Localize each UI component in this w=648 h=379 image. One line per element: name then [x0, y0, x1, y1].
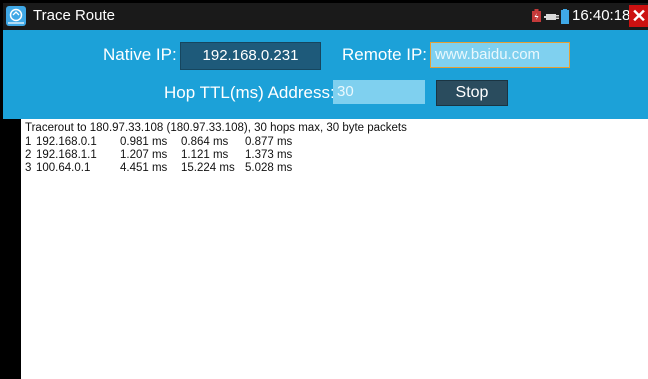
- hop-time-3: 5.028 ms: [245, 162, 293, 174]
- trace-output: Tracerout to 180.97.33.108 (180.97.33.10…: [21, 119, 648, 379]
- device-screen: Trace Route 16:40:18 ✕ Native IP: 192.16…: [0, 0, 648, 379]
- hop-address: 192.168.1.1: [36, 149, 97, 161]
- window-title: Trace Route: [33, 7, 115, 24]
- battery-charge-icon: [531, 9, 542, 28]
- hop-time-1: 4.451 ms: [120, 162, 168, 174]
- remote-ip-label: Remote IP:: [342, 45, 428, 64]
- hop-ttl-input[interactable]: 30: [333, 80, 425, 104]
- hop-time-3: 1.373 ms: [245, 149, 293, 161]
- hop-time-2: 15.224 ms: [181, 162, 235, 174]
- control-panel: Native IP: 192.168.0.231 Remote IP: www.…: [3, 30, 648, 119]
- clock: 16:40:18: [572, 7, 631, 24]
- output-header: Tracerout to 180.97.33.108 (180.97.33.10…: [25, 122, 407, 134]
- hop-address: 192.168.0.1: [36, 136, 97, 148]
- hop-number: 1: [25, 136, 32, 148]
- hop-number: 3: [25, 162, 32, 174]
- hop-time-3: 0.877 ms: [245, 136, 293, 148]
- native-ip-label: Native IP:: [103, 45, 177, 64]
- hop-number: 2: [25, 149, 32, 161]
- close-icon: ✕: [631, 6, 647, 26]
- hop-time-2: 0.864 ms: [181, 136, 229, 148]
- title-bar: Trace Route 16:40:18 ✕: [3, 3, 648, 30]
- close-button[interactable]: ✕: [629, 5, 648, 27]
- hop-time-2: 1.121 ms: [181, 149, 229, 161]
- app-icon: [6, 6, 26, 26]
- battery-level-icon: [561, 9, 570, 29]
- hop-ttl-label: Hop TTL(ms) Address:: [164, 83, 335, 102]
- remote-ip-input[interactable]: www.baidu.com: [430, 42, 570, 68]
- hop-time-1: 0.981 ms: [120, 136, 168, 148]
- stop-button[interactable]: Stop: [436, 80, 508, 106]
- hop-time-1: 1.207 ms: [120, 149, 168, 161]
- hop-address: 100.64.0.1: [36, 162, 91, 174]
- native-ip-field: 192.168.0.231: [180, 42, 321, 70]
